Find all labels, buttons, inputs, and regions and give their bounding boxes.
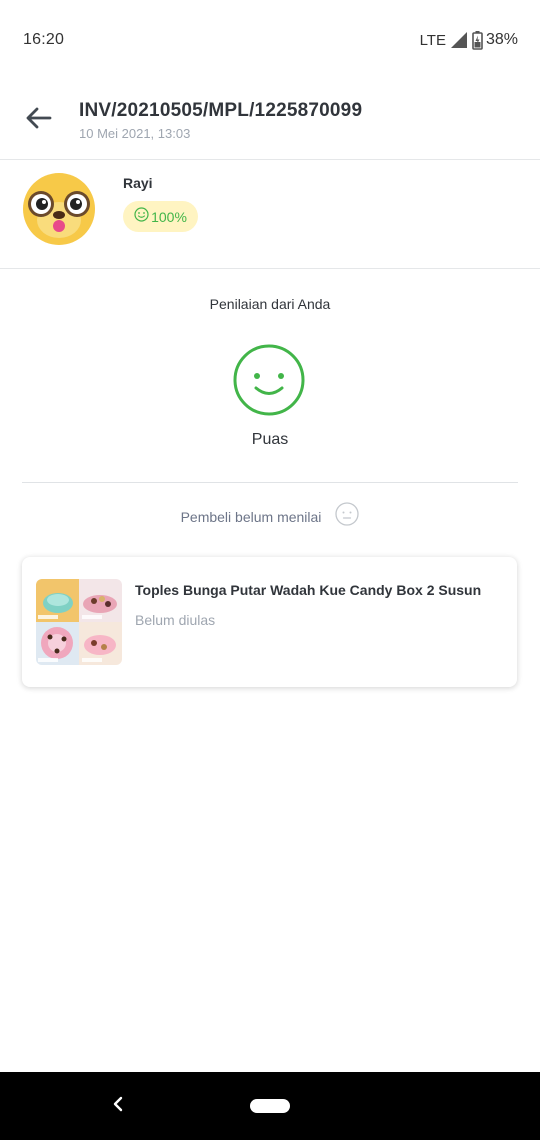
product-review-status: Belum diulas (135, 612, 216, 628)
system-navigation-bar (0, 1072, 540, 1140)
buyer-rating-status: Pembeli belum menilai (0, 502, 540, 531)
status-bar: 16:20 LTE 38% (0, 0, 540, 80)
status-indicators: LTE 38% (419, 30, 518, 50)
battery-percentage: 38% (485, 31, 518, 48)
product-image (36, 579, 122, 665)
signal-icon (450, 31, 468, 49)
avatar (22, 172, 96, 246)
product-card[interactable]: Toples Bunga Putar Wadah Kue Candy Box 2… (22, 557, 517, 687)
buyer-section: Rayi 100% (0, 160, 540, 269)
satisfied-smile-icon (233, 344, 305, 416)
chevron-left-icon (111, 1095, 125, 1118)
network-type: LTE (419, 31, 446, 49)
invoice-date: 10 Mei 2021, 13:03 (79, 126, 191, 141)
app-header: INV/20210505/MPL/1225870099 10 Mei 2021,… (0, 80, 540, 160)
buyer-name: Rayi (123, 175, 153, 191)
invoice-number: INV/20210505/MPL/1225870099 (79, 100, 363, 121)
product-name: Toples Bunga Putar Wadah Kue Candy Box 2… (135, 582, 482, 598)
rating-value: Puas (251, 431, 289, 448)
buyer-rating-status-text: Pembeli belum menilai (180, 508, 322, 525)
neutral-face-icon (335, 502, 360, 531)
status-time: 16:20 (23, 31, 65, 48)
battery-icon (472, 30, 483, 50)
back-button[interactable] (18, 100, 58, 140)
your-rating-label: Penilaian dari Anda (209, 296, 331, 312)
section-divider (22, 482, 518, 483)
nav-home-button[interactable] (250, 1099, 290, 1113)
satisfaction-badge: 100% (123, 201, 198, 232)
smile-icon (134, 206, 149, 227)
nav-back-button[interactable] (104, 1092, 132, 1120)
arrow-left-icon (24, 106, 52, 135)
satisfaction-percentage: 100% (151, 208, 187, 225)
